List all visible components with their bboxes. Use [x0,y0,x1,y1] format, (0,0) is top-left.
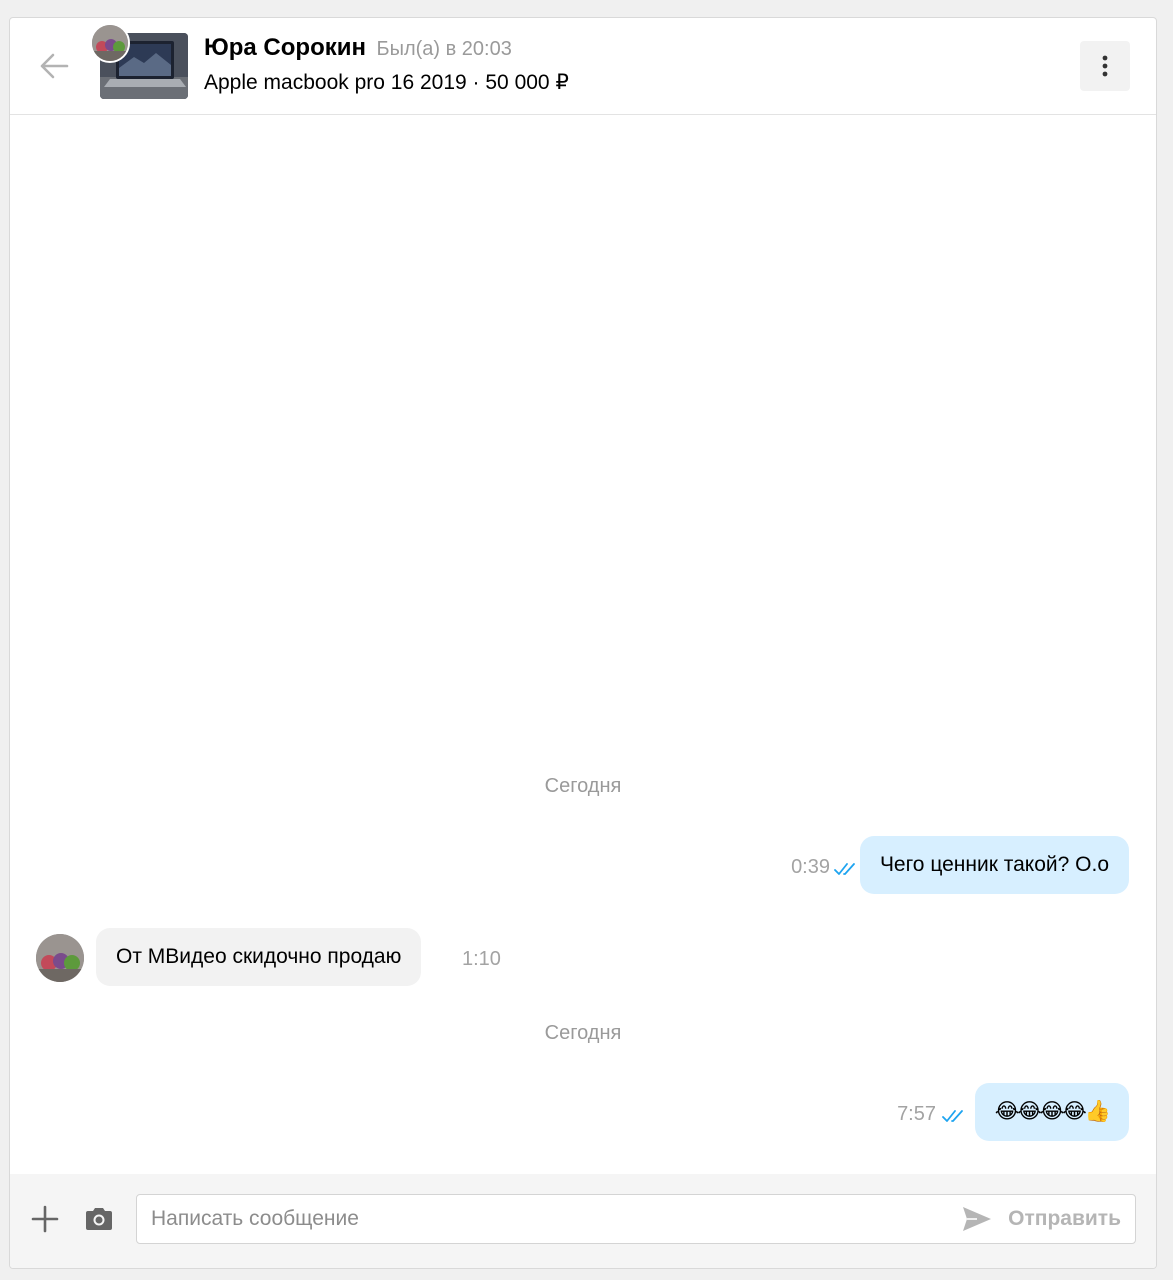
sender-avatar[interactable] [36,934,84,982]
chat-window: Юра Сорокин Был(а) в 20:03 Apple macbook… [9,17,1157,1269]
outgoing-message[interactable]: Чего ценник такой? О.о [859,836,1129,894]
back-button[interactable] [36,48,72,84]
outgoing-message[interactable]: 😂😂😂😂👍 [974,1083,1129,1141]
listing-title: Apple macbook pro 16 2019 [204,71,467,94]
listing-info[interactable]: Apple macbook pro 16 2019 · 50 000 ₽ [204,70,569,95]
avatar-photo [92,25,128,61]
send-label: Отправить [1008,1207,1121,1230]
message-time: 1:10 [462,948,501,970]
arrow-left-icon [40,53,69,79]
chat-header: Юра Сорокин Был(а) в 20:03 Apple macbook… [10,18,1156,115]
user-last-seen: Был(а) в 20:03 [376,38,512,60]
incoming-message[interactable]: От МВидео скидочно продаю [96,928,422,986]
user-avatar[interactable] [90,23,130,63]
more-options-button[interactable] [1080,41,1130,91]
camera-icon[interactable] [84,1206,114,1232]
plus-icon[interactable] [30,1204,60,1234]
date-separator: Сегодня [544,1022,622,1044]
send-icon [963,1207,992,1231]
more-vertical-icon [1102,55,1108,77]
date-separator: Сегодня [544,775,622,797]
message-input[interactable] [137,1195,945,1243]
message-time: 0:39 [791,856,830,878]
send-button[interactable]: Отправить [962,1195,1121,1243]
double-check-icon [834,863,855,875]
user-name[interactable]: Юра Сорокин [204,34,366,61]
user-line: Юра Сорокин Был(а) в 20:03 [204,34,512,62]
message-composer: Отправить [10,1174,1156,1268]
listing-price: 50 000 ₽ [485,71,569,94]
double-check-icon [942,1110,963,1122]
listing-separator: · [472,71,480,94]
message-time: 7:57 [897,1103,936,1125]
message-input-box: Отправить [136,1194,1136,1244]
avatar-photo [36,934,84,982]
